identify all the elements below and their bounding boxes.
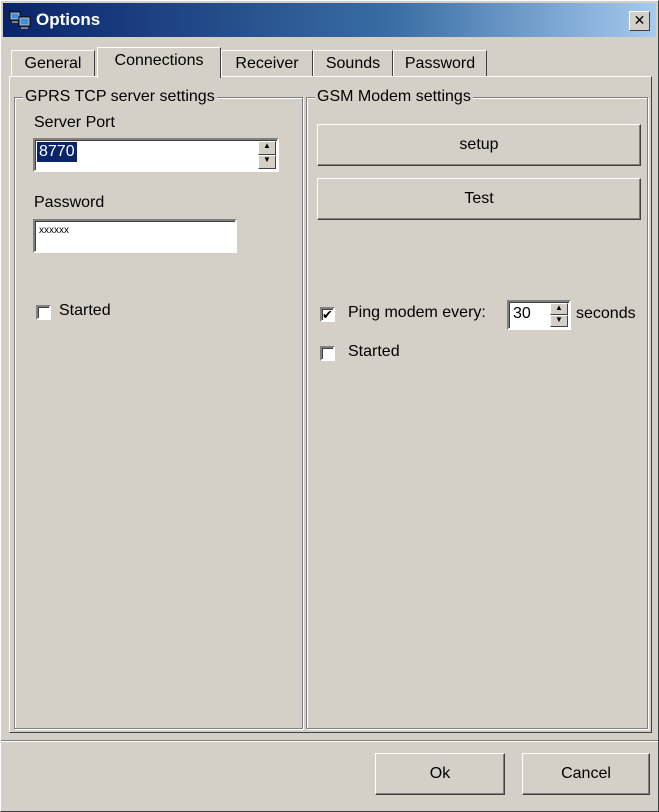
- server-port-value: 8770: [37, 142, 77, 162]
- gprs-group-title: GPRS TCP server settings: [23, 88, 217, 106]
- close-icon: ✕: [633, 12, 646, 28]
- spin-down-icon[interactable]: ▼: [550, 315, 568, 327]
- spin-down-icon[interactable]: ▼: [258, 155, 276, 169]
- ping-modem-label: Ping modem every:: [348, 304, 486, 321]
- gsm-started-checkbox[interactable]: [320, 346, 335, 361]
- ok-button[interactable]: Ok: [375, 753, 505, 795]
- spin-up-icon[interactable]: ▲: [258, 141, 276, 155]
- tab-connections[interactable]: Connections: [97, 47, 221, 78]
- password-value: xxxxxx: [39, 225, 69, 236]
- server-port-spin-buttons: ▲ ▼: [258, 141, 276, 169]
- gsm-group: GSM Modem settings setup Test ✔ Ping mod…: [306, 88, 648, 729]
- check-icon: ✔: [322, 307, 333, 322]
- setup-button[interactable]: setup: [317, 124, 641, 166]
- gsm-started-label: Started: [348, 343, 400, 360]
- gprs-started-checkbox[interactable]: [36, 305, 51, 320]
- password-field[interactable]: xxxxxx: [33, 219, 237, 253]
- ping-interval-value: 30: [513, 305, 531, 322]
- connections-panel: GPRS TCP server settings Server Port 877…: [9, 76, 652, 733]
- tab-label: General: [24, 55, 82, 72]
- server-port-spinner[interactable]: 8770 ▲ ▼: [33, 138, 279, 172]
- ping-modem-checkbox[interactable]: ✔: [320, 307, 335, 322]
- tab-sounds[interactable]: Sounds: [313, 50, 393, 77]
- test-button[interactable]: Test: [317, 178, 641, 220]
- app-icon: [9, 11, 31, 29]
- ping-unit-label: seconds: [576, 305, 636, 322]
- server-port-label: Server Port: [34, 114, 115, 131]
- gprs-started-label: Started: [59, 302, 111, 319]
- tab-label: Password: [404, 55, 476, 72]
- ping-spin-buttons: ▲ ▼: [550, 303, 568, 327]
- window-title: Options: [36, 10, 101, 29]
- gsm-group-title: GSM Modem settings: [315, 88, 473, 106]
- password-label: Password: [34, 194, 105, 211]
- tab-password[interactable]: Password: [393, 50, 487, 77]
- tab-receiver[interactable]: Receiver: [221, 50, 313, 77]
- tab-label: Receiver: [235, 55, 299, 72]
- cancel-button[interactable]: Cancel: [522, 753, 650, 795]
- tab-general[interactable]: General: [11, 50, 95, 77]
- footer-separator: [1, 740, 658, 742]
- spin-up-icon[interactable]: ▲: [550, 303, 568, 315]
- options-window: Options ✕ General Connections Receiver S…: [0, 0, 659, 812]
- gprs-group: GPRS TCP server settings Server Port 877…: [14, 88, 303, 729]
- tab-label: Sounds: [325, 55, 381, 72]
- ping-interval-spinner[interactable]: 30 ▲ ▼: [507, 300, 571, 330]
- close-button[interactable]: ✕: [629, 11, 650, 31]
- title-bar[interactable]: Options ✕: [3, 3, 656, 37]
- tab-label: Connections: [114, 52, 204, 69]
